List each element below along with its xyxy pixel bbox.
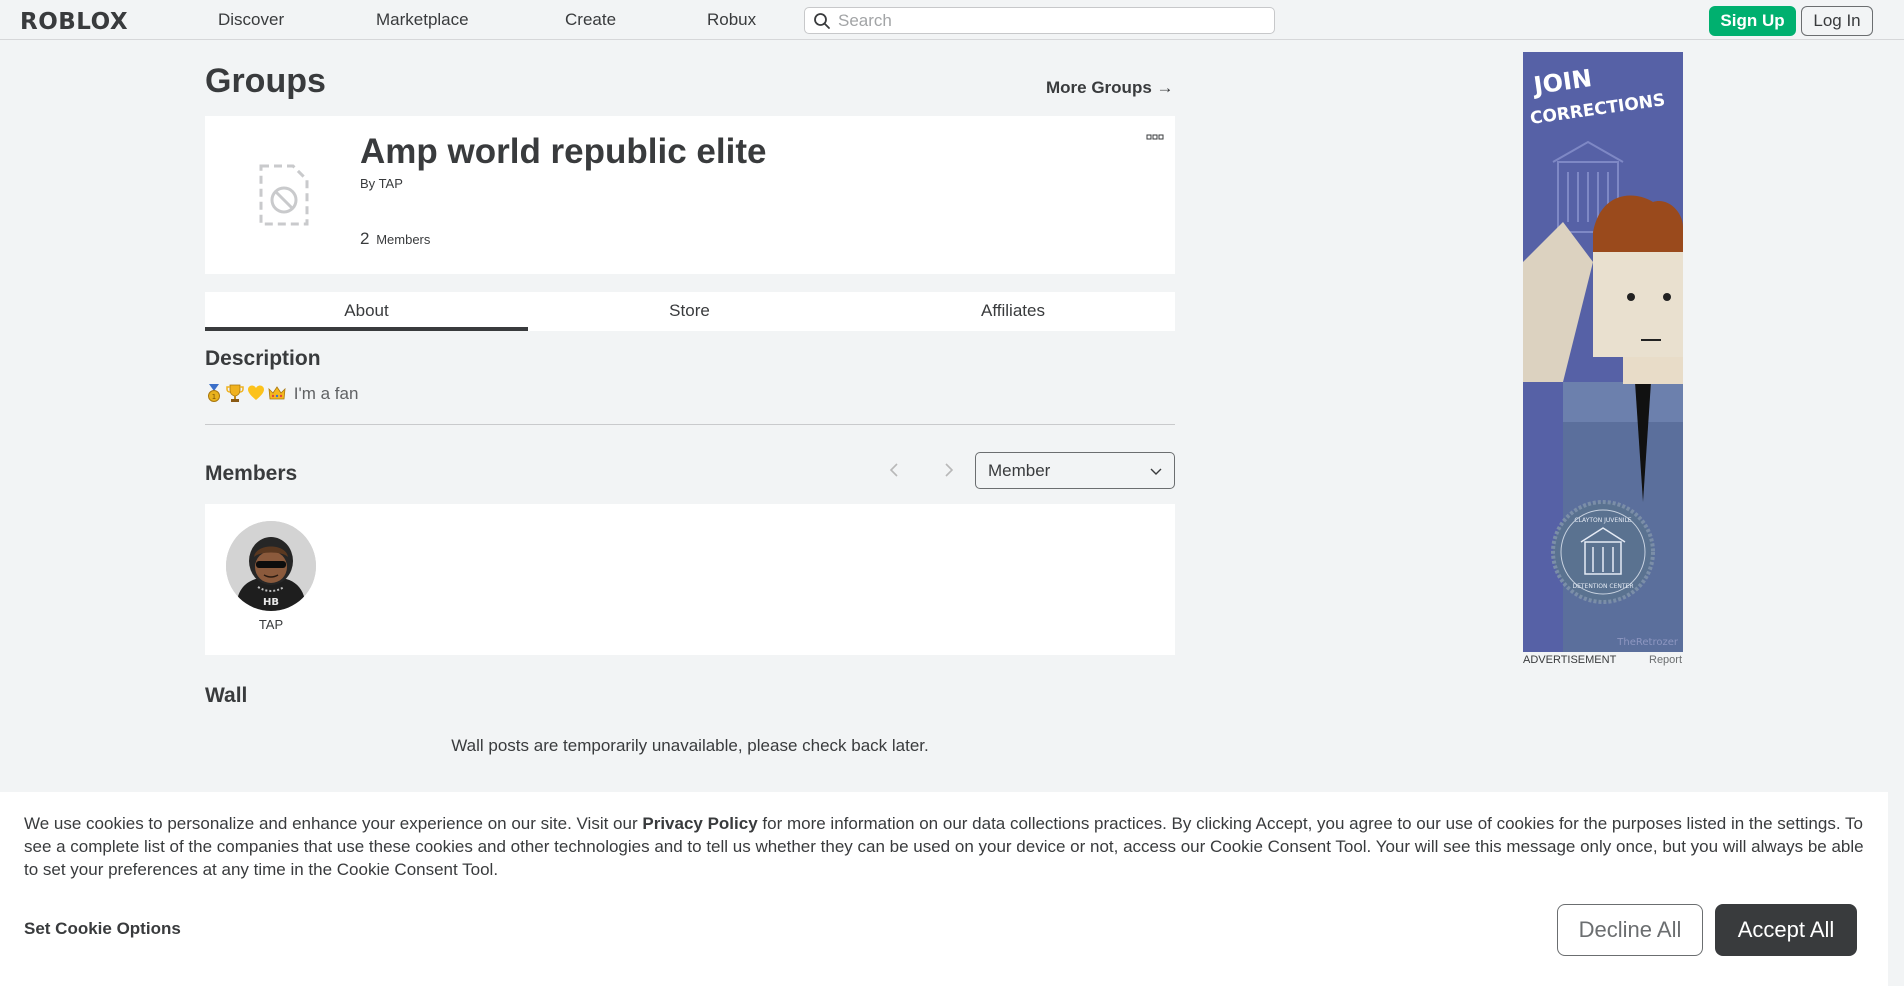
group-owner-link[interactable]: TAP [379, 176, 403, 191]
set-cookie-options-link[interactable]: Set Cookie Options [24, 919, 181, 939]
ad-credit: TheRetrozer [1616, 637, 1679, 648]
trophy-icon [226, 384, 244, 402]
privacy-policy-link[interactable]: Privacy Policy [642, 814, 757, 833]
sign-up-button[interactable]: Sign Up [1709, 6, 1796, 36]
group-header-card: Amp world republic elite By TAP 2 Member… [205, 116, 1175, 274]
cookie-text-before: We use cookies to personalize and enhanc… [24, 814, 643, 833]
medal-icon: 1 [208, 384, 220, 402]
cookie-consent-banner: We use cookies to personalize and enhanc… [0, 792, 1888, 986]
search-icon [814, 13, 830, 29]
chevron-left-icon[interactable] [885, 460, 905, 480]
member-count-label: Members [376, 232, 431, 247]
top-navbar: ROBLOX Discover Marketplace Create Robux… [0, 0, 1904, 40]
description-text-row: 1 I'm a fan [205, 384, 358, 404]
svg-text:1: 1 [212, 393, 216, 401]
avatar-image: HB [226, 521, 316, 611]
nav-link-marketplace[interactable]: Marketplace [376, 10, 469, 30]
wall-heading: Wall [205, 684, 248, 707]
roblox-logo[interactable]: ROBLOX [20, 9, 128, 35]
section-divider [205, 424, 1175, 425]
accept-all-button[interactable]: Accept All [1715, 904, 1857, 956]
ad-seal-top: CLAYTON JUVENILE [1574, 517, 1631, 524]
member-avatar[interactable]: HB [226, 521, 316, 611]
group-name: Amp world republic elite [360, 132, 767, 171]
advertisement-banner[interactable]: JOIN CORRECTIONS CLAYTON JUVENILE DETENT… [1523, 52, 1683, 652]
member-name[interactable]: TAP [226, 617, 316, 632]
ad-report-link[interactable]: Report [1649, 654, 1682, 666]
page-title: Groups [205, 62, 326, 100]
member-count: 2 Members [360, 229, 430, 249]
ad-image: JOIN CORRECTIONS CLAYTON JUVENILE DETENT… [1523, 52, 1683, 652]
decline-all-button[interactable]: Decline All [1557, 904, 1703, 956]
yellow-heart-icon [248, 385, 264, 400]
crown-icon [268, 386, 286, 400]
description-text: I'm a fan [293, 384, 359, 403]
member-count-value: 2 [360, 229, 370, 248]
by-prefix: By [360, 176, 376, 191]
role-select-value: Member [988, 461, 1051, 480]
wall-unavailable-message: Wall posts are temporarily unavailable, … [451, 736, 929, 755]
description-heading: Description [205, 347, 321, 370]
role-select-dropdown[interactable]: Member [975, 452, 1175, 489]
tab-store[interactable]: Store [528, 292, 851, 331]
advertisement-label: ADVERTISEMENT [1523, 654, 1617, 666]
nav-link-create[interactable]: Create [565, 10, 616, 30]
log-in-button[interactable]: Log In [1801, 6, 1873, 36]
ad-seal-bottom: DETENTION CENTER [1572, 583, 1633, 590]
chevron-down-icon [1150, 468, 1162, 475]
more-groups-link[interactable]: More Groups → [1046, 78, 1174, 98]
cookie-message: We use cookies to personalize and enhanc… [24, 812, 1874, 881]
search-box[interactable] [804, 7, 1275, 34]
tab-affiliates[interactable]: Affiliates [851, 292, 1175, 331]
more-options-icon[interactable] [1146, 134, 1164, 142]
nav-link-discover[interactable]: Discover [218, 10, 284, 30]
group-tabs: About Store Affiliates [205, 292, 1175, 331]
tab-about[interactable]: About [205, 292, 528, 331]
group-owner-line: By TAP [360, 176, 403, 191]
unavailable-image-icon [259, 164, 309, 226]
svg-text:HB: HB [263, 597, 279, 608]
members-list: HB TAP [205, 504, 1175, 655]
search-input[interactable] [838, 10, 1258, 31]
members-heading: Members [205, 462, 298, 485]
chevron-right-icon[interactable] [938, 460, 958, 480]
nav-link-robux[interactable]: Robux [707, 10, 756, 30]
